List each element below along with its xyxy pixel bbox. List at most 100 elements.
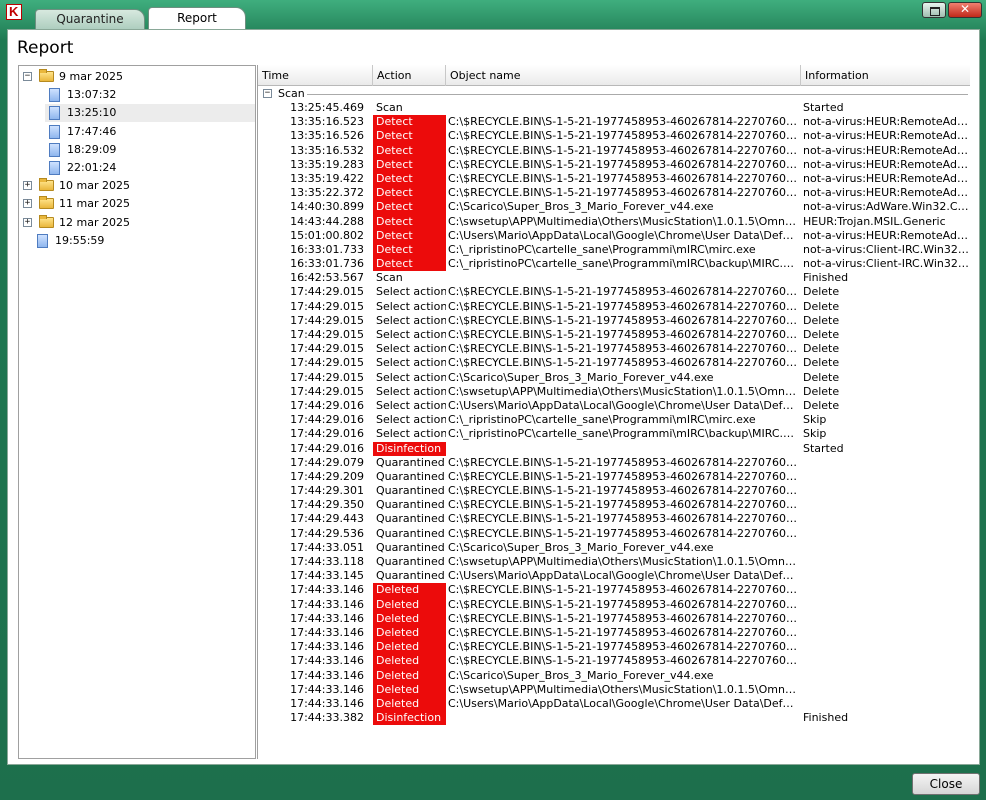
tree-item[interactable]: − 9 mar 2025 xyxy=(19,68,255,86)
tree-item[interactable]: 19:55:59 xyxy=(19,232,255,250)
table-row[interactable]: 17:44:29.015 Select action C:\$RECYCLE.BIN… xyxy=(258,314,970,328)
cell-action: Detect xyxy=(373,157,446,172)
table-row[interactable]: 14:40:30.899 Detect C:\Scarico\Super_Bros_… xyxy=(258,200,970,215)
table-row[interactable]: 17:44:29.015 Select action C:\$RECYCLE.BIN… xyxy=(258,300,970,314)
table-row[interactable]: 16:33:01.736 Detect C:\_ripristinoPC\carte… xyxy=(258,257,970,272)
table-row[interactable]: 13:35:16.532 Detect C:\$RECYCLE.BIN\S-1-5-… xyxy=(258,143,970,158)
cell-time: 17:44:33.146 xyxy=(290,654,364,668)
table-row[interactable]: 17:44:33.382 Disinfection Finished xyxy=(258,711,970,726)
table-row[interactable]: 13:35:16.526 Detect C:\$RECYCLE.BIN\S-1-5-… xyxy=(258,129,970,144)
table-row[interactable]: 17:44:33.145 Quarantined C:\Users\Mario\Ap… xyxy=(258,569,970,583)
table-row[interactable]: 17:44:29.016 Disinfection Started xyxy=(258,441,970,456)
page-title: Report xyxy=(17,38,74,58)
collapse-icon[interactable]: − xyxy=(23,72,32,81)
table-row[interactable]: 17:44:29.079 Quarantined C:\$RECYCLE.BIN\S… xyxy=(258,456,970,470)
tree-item[interactable]: +11 mar 2025 xyxy=(19,195,255,213)
table-row[interactable]: 17:44:33.146 Deleted C:\$RECYCLE.BIN\S-1-5… xyxy=(258,597,970,612)
tree-item[interactable]: 13:07:32 xyxy=(45,86,255,104)
column-header-object[interactable]: Object name xyxy=(446,65,801,86)
table-row[interactable]: 17:44:33.146 Deleted C:\$RECYCLE.BIN\S-1-5… xyxy=(258,611,970,626)
cell-action: Select action xyxy=(376,285,446,299)
table-row[interactable]: 17:44:29.016 Select action C:\Users\Mario\… xyxy=(258,399,970,413)
table-row[interactable]: 17:44:33.146 Deleted C:\Scarico\Super_Bros… xyxy=(258,668,970,683)
cell-action: Scan xyxy=(376,271,403,285)
cell-action: Detect xyxy=(373,257,446,272)
cell-time: 17:44:33.051 xyxy=(290,540,364,554)
table-row[interactable]: 13:35:19.283 Detect C:\$RECYCLE.BIN\S-1-5-… xyxy=(258,157,970,172)
table-row[interactable]: 17:44:33.146 Deleted C:\$RECYCLE.BIN\S-1-5… xyxy=(258,583,970,598)
table-row[interactable]: 17:44:29.015 Select action C:\swsetup\APP\… xyxy=(258,385,970,399)
tree-item[interactable]: 13:25:10 xyxy=(45,104,255,123)
cell-information: Skip xyxy=(803,413,827,427)
cell-action: Deleted xyxy=(373,682,446,697)
cell-object-name: C:\$RECYCLE.BIN\S-1-5-21-1977458953-4602… xyxy=(448,526,798,540)
close-button[interactable]: Close xyxy=(912,773,980,795)
table-row[interactable]: 17:44:29.016 Select action C:\_ripristinoP… xyxy=(258,413,970,427)
table-row[interactable]: 16:33:01.733 Detect C:\_ripristinoPC\carte… xyxy=(258,242,970,258)
cell-time: 17:44:29.209 xyxy=(290,469,364,483)
table-row[interactable]: 15:01:00.802 Detect C:\Users\Mario\AppData… xyxy=(258,228,970,243)
cell-object-name: C:\_ripristinoPC\cartelle_sane\Programmi… xyxy=(448,257,798,271)
cell-action: Deleted xyxy=(373,654,446,669)
table-row[interactable]: 17:44:29.301 Quarantined C:\$RECYCLE.BIN\S… xyxy=(258,484,970,498)
cell-time: 17:44:33.146 xyxy=(290,583,364,597)
cell-time: 17:44:29.536 xyxy=(290,526,364,540)
table-row[interactable]: 17:44:29.015 Select action C:\$RECYCLE.BIN… xyxy=(258,356,970,370)
table-header: Time Action Object name Information xyxy=(258,65,970,86)
table-row[interactable]: 17:44:29.443 Quarantined C:\$RECYCLE.BIN\S… xyxy=(258,512,970,526)
table-row[interactable]: 13:35:16.523 Detect C:\$RECYCLE.BIN\S-1-5-… xyxy=(258,115,970,130)
table-row[interactable]: 17:44:29.015 Select action C:\$RECYCLE.BIN… xyxy=(258,342,970,356)
table-row[interactable]: 17:44:33.146 Deleted C:\$RECYCLE.BIN\S-1-5… xyxy=(258,625,970,641)
cell-information: not-a-virus:HEUR:RemoteAdmin... xyxy=(803,228,969,242)
cell-action: Deleted xyxy=(373,640,446,655)
group-row-scan[interactable]: − Scan xyxy=(258,87,970,101)
cell-information: not-a-virus:AdWare.Win32.Cond... xyxy=(803,200,969,214)
table-row[interactable]: 17:44:29.536 Quarantined C:\$RECYCLE.BIN\S… xyxy=(258,527,970,541)
table-row[interactable]: 17:44:33.146 Deleted C:\swsetup\APP\Multim… xyxy=(258,682,970,697)
close-window-button[interactable] xyxy=(948,2,982,18)
cell-time: 16:42:53.567 xyxy=(290,271,364,285)
cell-information: Delete xyxy=(803,356,840,370)
cell-object-name: C:\$RECYCLE.BIN\S-1-5-21-1977458953-4602… xyxy=(448,299,798,313)
table-row[interactable]: 17:44:29.015 Select action C:\$RECYCLE.BIN… xyxy=(258,328,970,342)
table-row[interactable]: 14:43:44.288 Detect C:\swsetup\APP\Multime… xyxy=(258,214,970,229)
table-row[interactable]: 13:25:45.469 Scan Started xyxy=(258,101,970,115)
restore-window-button[interactable] xyxy=(922,2,946,18)
report-date-tree[interactable]: − 9 mar 2025 13:07:32 13:25:10 17:47:46 18:29… xyxy=(18,65,256,759)
cell-time: 17:44:29.350 xyxy=(290,498,364,512)
expand-icon[interactable]: + xyxy=(23,199,32,209)
expand-icon[interactable]: + xyxy=(23,181,32,191)
tree-item[interactable]: +12 mar 2025 xyxy=(19,214,255,232)
column-header-information[interactable]: Information xyxy=(801,65,970,86)
table-row[interactable]: 17:44:29.350 Quarantined C:\$RECYCLE.BIN\S… xyxy=(258,498,970,512)
cell-action: Select action xyxy=(376,356,446,370)
table-row[interactable]: 17:44:33.146 Deleted C:\$RECYCLE.BIN\S-1-5… xyxy=(258,640,970,655)
table-row[interactable]: 17:44:33.118 Quarantined C:\swsetup\APP\Mu… xyxy=(258,555,970,569)
column-header-action[interactable]: Action xyxy=(373,65,446,86)
tab-quarantine[interactable]: Quarantine xyxy=(35,9,145,29)
cell-time: 17:44:29.015 xyxy=(290,313,364,327)
table-row[interactable]: 17:44:29.015 Select action C:\Scarico\Supe… xyxy=(258,371,970,385)
collapse-icon[interactable]: − xyxy=(263,89,272,98)
tab-report[interactable]: Report xyxy=(148,7,246,30)
tree-item[interactable]: +10 mar 2025 xyxy=(19,177,255,195)
table-row[interactable]: 13:35:19.422 Detect C:\$RECYCLE.BIN\S-1-5-… xyxy=(258,171,970,187)
tree-item[interactable]: 17:47:46 xyxy=(45,123,255,141)
table-row[interactable]: 17:44:33.146 Deleted C:\Users\Mario\AppDat… xyxy=(258,696,970,712)
tree-item-label: 10 mar 2025 xyxy=(59,179,130,193)
cell-action: Select action xyxy=(376,398,446,412)
column-header-time[interactable]: Time xyxy=(258,65,373,86)
table-row[interactable]: 17:44:29.015 Select action C:\$RECYCLE.BIN… xyxy=(258,285,970,299)
table-row[interactable]: 17:44:29.016 Select action C:\_ripristinoP… xyxy=(258,427,970,441)
tree-item[interactable]: 22:01:24 xyxy=(45,159,255,177)
table-row[interactable]: 16:42:53.567 Scan Finished xyxy=(258,271,970,285)
expand-icon[interactable]: + xyxy=(23,217,32,227)
tree-item[interactable]: 18:29:09 xyxy=(45,141,255,159)
cell-time: 17:44:29.015 xyxy=(290,285,364,299)
table-row[interactable]: 17:44:33.146 Deleted C:\$RECYCLE.BIN\S-1-5… xyxy=(258,654,970,669)
table-row[interactable]: 13:35:22.372 Detect C:\$RECYCLE.BIN\S-1-5-… xyxy=(258,186,970,201)
cell-object-name: C:\swsetup\APP\Multimedia\Others\MusicSt… xyxy=(448,682,798,696)
cell-object-name: C:\$RECYCLE.BIN\S-1-5-21-1977458953-4602… xyxy=(448,157,798,171)
table-row[interactable]: 17:44:33.051 Quarantined C:\Scarico\Super_… xyxy=(258,541,970,555)
table-row[interactable]: 17:44:29.209 Quarantined C:\$RECYCLE.BIN\S… xyxy=(258,470,970,484)
